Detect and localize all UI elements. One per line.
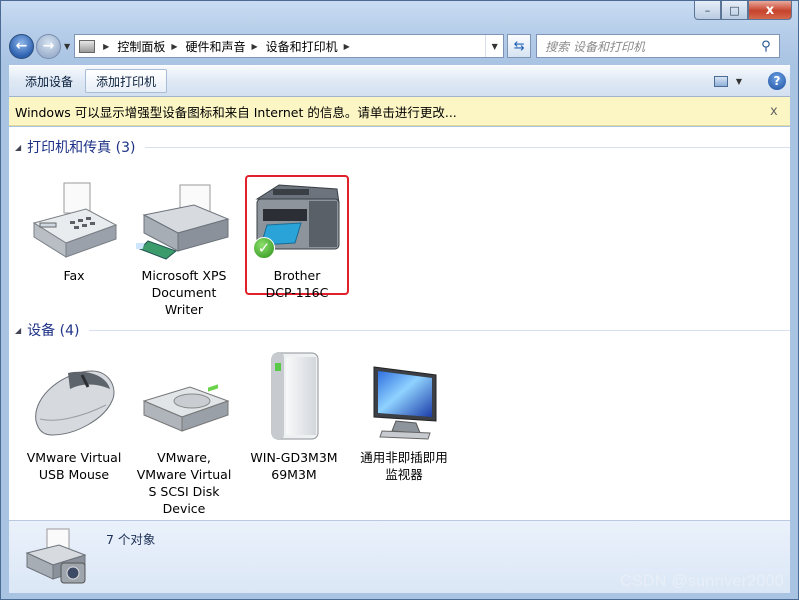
device-label: 通用非即插即用 监视器 xyxy=(360,450,448,482)
help-button[interactable]: ? xyxy=(768,72,786,90)
device-vmware-scsi-disk[interactable]: VMware, VMware Virtual S SCSI Disk Devic… xyxy=(132,361,236,517)
device-label: Microsoft XPS Document Writer xyxy=(141,268,227,317)
breadcrumb-devices-printers[interactable]: 设备和打印机 xyxy=(266,38,338,55)
navigation-bar: ← → ▼ ▶ 控制面板 ▶ 硬件和声音 ▶ 设备和打印机 ▶ ▼ ⇆ 搜索 设… xyxy=(9,32,790,60)
device-vmware-usb-mouse[interactable]: VMware Virtual USB Mouse xyxy=(22,361,126,483)
explorer-window: – □ x ← → ▼ ▶ 控制面板 ▶ 硬件和声音 ▶ 设备和打印机 ▶ ▼ … xyxy=(0,0,799,600)
device-label: Brother DCP-116C xyxy=(265,268,329,300)
search-icon[interactable]: ⚲ xyxy=(761,39,779,54)
refresh-button[interactable]: ⇆ xyxy=(507,34,532,58)
search-placeholder: 搜索 设备和打印机 xyxy=(545,39,645,54)
forward-button[interactable]: → xyxy=(36,33,61,59)
address-dropdown-icon[interactable]: ▼ xyxy=(485,35,503,57)
computer-tower-icon xyxy=(246,347,342,445)
recent-pages-dropdown[interactable]: ▼ xyxy=(64,42,70,51)
device-list: ◢ 打印机和传真 (3) Fax Microsoft XPS Document … xyxy=(9,127,790,520)
info-bar[interactable]: Windows 可以显示增强型设备图标和来自 Internet 的信息。请单击进… xyxy=(9,97,790,126)
device-computer[interactable]: WIN-GD3M3M 69M3M xyxy=(242,347,346,483)
device-label: Fax xyxy=(63,268,85,283)
search-input[interactable]: 搜索 设备和打印机 ⚲ xyxy=(536,34,781,58)
device-label: VMware Virtual USB Mouse xyxy=(26,450,122,482)
device-label: VMware, VMware Virtual S SCSI Disk Devic… xyxy=(136,450,232,516)
printer-icon xyxy=(128,179,232,263)
breadcrumb-separator-icon[interactable]: ▶ xyxy=(103,42,109,51)
control-panel-icon xyxy=(79,39,96,53)
breadcrumb-hardware-sound[interactable]: 硬件和声音 xyxy=(185,38,245,55)
info-bar-close-icon[interactable]: x xyxy=(770,104,790,119)
view-dropdown-icon[interactable]: ▼ xyxy=(736,77,742,86)
close-button[interactable]: x xyxy=(748,1,792,20)
maximize-button[interactable]: □ xyxy=(721,1,748,20)
collapse-icon[interactable]: ◢ xyxy=(15,143,21,152)
device-label: WIN-GD3M3M 69M3M xyxy=(250,450,338,482)
device-fax[interactable]: Fax xyxy=(22,179,126,284)
default-printer-check-icon: ✓ xyxy=(253,237,275,259)
multifunction-printer-icon: ✓ xyxy=(249,179,345,263)
mouse-icon xyxy=(26,361,122,445)
watermark: CSDN @sunriver2000 xyxy=(620,573,784,590)
item-count: 7 个对象 xyxy=(106,532,156,547)
breadcrumb-separator-icon[interactable]: ▶ xyxy=(252,42,258,51)
group-header-printers[interactable]: ◢ 打印机和传真 (3) xyxy=(15,137,790,157)
add-printer-button[interactable]: 添加打印机 xyxy=(85,69,168,93)
hard-disk-icon xyxy=(136,361,232,445)
command-bar: 添加设备 添加打印机 ▼ ? xyxy=(9,65,790,97)
group-title[interactable]: 打印机和传真 (3) xyxy=(27,137,135,157)
device-brother-dcp-116c[interactable]: ✓ Brother DCP-116C xyxy=(245,175,349,300)
minimize-button[interactable]: – xyxy=(694,1,721,20)
group-header-devices[interactable]: ◢ 设备 (4) xyxy=(15,320,790,340)
monitor-icon xyxy=(356,361,452,445)
caption-buttons: – □ x xyxy=(694,1,792,20)
device-pnp-monitor[interactable]: 通用非即插即用 监视器 xyxy=(352,361,456,483)
add-device-button[interactable]: 添加设备 xyxy=(15,69,83,93)
breadcrumb-separator-icon[interactable]: ▶ xyxy=(344,42,350,51)
info-bar-message[interactable]: Windows 可以显示增强型设备图标和来自 Internet 的信息。请单击进… xyxy=(15,102,770,121)
change-view-icon[interactable] xyxy=(713,75,728,87)
fax-icon xyxy=(26,179,122,263)
back-button[interactable]: ← xyxy=(9,33,34,59)
devices-and-printers-icon xyxy=(25,527,89,587)
address-bar[interactable]: ▶ 控制面板 ▶ 硬件和声音 ▶ 设备和打印机 ▶ ▼ xyxy=(74,34,505,58)
device-microsoft-xps[interactable]: Microsoft XPS Document Writer xyxy=(128,179,236,318)
breadcrumb-separator-icon[interactable]: ▶ xyxy=(171,42,177,51)
breadcrumb-control-panel[interactable]: 控制面板 xyxy=(117,38,165,55)
group-title[interactable]: 设备 (4) xyxy=(27,320,79,340)
collapse-icon[interactable]: ◢ xyxy=(15,326,21,335)
